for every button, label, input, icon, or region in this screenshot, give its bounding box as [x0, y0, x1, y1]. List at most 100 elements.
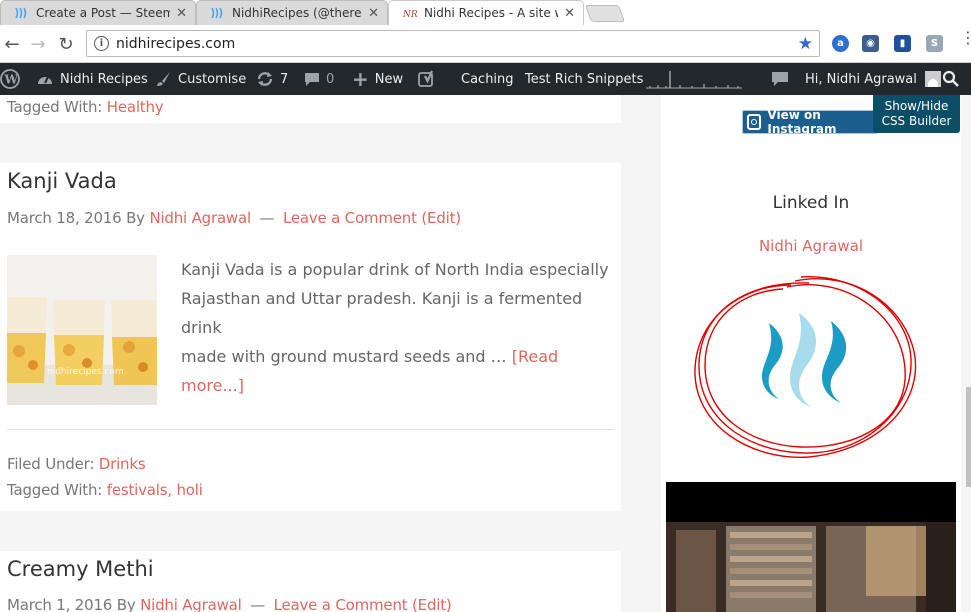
extension-bookmark-icon[interactable]: ▮	[894, 35, 911, 52]
excerpt-line: made with ground mustard seeds and …	[181, 347, 507, 366]
leave-comment-link[interactable]: Leave a Comment	[274, 596, 408, 612]
post-kanji-vada: Kanji Vada March 18, 2016 By Nidhi Agraw…	[0, 163, 621, 511]
post-divider	[7, 429, 615, 430]
address-bar[interactable]: i nidhirecipes.com ★	[86, 30, 820, 57]
comment-bubble-icon	[304, 71, 320, 87]
css-builder-toggle-button[interactable]: Show/Hide CSS Builder	[873, 95, 960, 133]
paintbrush-icon	[156, 71, 172, 87]
tagged-with-label: Tagged With:	[7, 481, 103, 499]
category-link[interactable]: Drinks	[99, 455, 146, 473]
post-by: By	[126, 209, 145, 227]
leave-comment-link[interactable]: Leave a Comment	[283, 209, 417, 227]
admin-new[interactable]: + New	[352, 63, 403, 95]
plus-icon: +	[352, 67, 369, 91]
excerpt-line: Kanji Vada is a popular drink of North I…	[181, 260, 609, 279]
caching-label: Caching	[461, 71, 514, 87]
linkedin-widget-title: Linked In	[772, 193, 850, 213]
scrollbar-thumb[interactable]	[966, 387, 971, 487]
css-builder-line-2: CSS Builder	[881, 114, 952, 128]
info-icon[interactable]: i	[94, 36, 109, 51]
svg-text:W: W	[4, 73, 19, 87]
extension-a-icon[interactable]: a	[832, 35, 849, 52]
wp-admin-bar: W Nidhi Recipes Customise 7 0 + New Cach…	[0, 63, 971, 95]
instagram-button-label: View on Instagram	[767, 108, 837, 136]
admin-caching[interactable]: Caching	[461, 63, 514, 95]
nidhi-recipes-favicon-icon: NR	[403, 6, 417, 20]
customise-label: Customise	[178, 71, 247, 87]
new-tab-button[interactable]	[584, 5, 626, 22]
greeting-label: Hi, Nidhi Agrawal	[805, 71, 917, 87]
steemit-favicon-icon	[211, 6, 225, 20]
tagged-with-line: Tagged With: festivals, holi	[7, 481, 203, 499]
back-arrow-icon[interactable]: ←	[2, 34, 22, 55]
wordpress-logo-icon[interactable]: W	[0, 63, 20, 95]
post-title[interactable]: Kanji Vada	[7, 169, 117, 193]
tab-nidhirecipes-steemit[interactable]: NidhiRecipes (@therebo ✕	[196, 0, 388, 25]
author-link[interactable]: Nidhi Agrawal	[149, 209, 251, 227]
admin-search-icon[interactable]	[942, 63, 960, 95]
css-builder-line-1: Show/Hide	[884, 99, 949, 113]
filed-under-line: Filed Under: Drinks	[7, 455, 146, 473]
excerpt-line: Rajasthan and Uttar pradesh. Kanji is a …	[181, 289, 583, 337]
notifications-icon[interactable]	[771, 63, 789, 95]
extension-circle-icon[interactable]: ◉	[862, 35, 879, 52]
tab-title: Nidhi Recipes - A site wit	[424, 6, 559, 20]
filed-under-label: Filed Under:	[7, 455, 95, 473]
tag-link-healthy[interactable]: Healthy	[107, 98, 164, 116]
browser-toolbar: ← → ↻ i nidhirecipes.com ★ a ◉ ▮ S ⋮	[0, 25, 971, 63]
close-icon[interactable]: ✕	[368, 6, 379, 21]
view-on-instagram-button[interactable]: View on Instagram	[742, 108, 878, 136]
avatar	[924, 71, 941, 87]
url-text: nidhirecipes.com	[116, 35, 236, 52]
instagram-icon	[747, 114, 762, 130]
post-thumbnail[interactable]: nidhirecipes.com	[7, 255, 157, 405]
video-embed[interactable]	[666, 482, 956, 612]
new-label: New	[374, 71, 404, 87]
close-icon[interactable]: ✕	[564, 6, 575, 21]
post-footer-previous: Tagged With: Healthy	[0, 95, 621, 123]
yoast-seo-icon[interactable]	[418, 63, 436, 95]
post-date: March 18, 2016	[7, 209, 122, 227]
tag-links[interactable]: festivals, holi	[107, 481, 203, 499]
author-link[interactable]: Nidhi Agrawal	[140, 596, 242, 612]
comments-count: 0	[326, 71, 335, 87]
admin-comments[interactable]: 0	[304, 63, 334, 95]
updates-icon	[256, 70, 274, 88]
post-meta: March 1, 2016 By Nidhi Agrawal — Leave a…	[7, 596, 452, 612]
admin-test-rich-snippets[interactable]: Test Rich Snippets	[525, 63, 643, 95]
updates-count: 7	[280, 71, 289, 87]
edit-link[interactable]: (Edit)	[412, 596, 452, 612]
reload-icon[interactable]: ↻	[56, 34, 76, 55]
bookmark-star-icon[interactable]: ★	[798, 34, 813, 54]
thumbnail-watermark: nidhirecipes.com	[47, 367, 124, 377]
meta-separator: —	[259, 209, 275, 227]
admin-site-name[interactable]: Nidhi Recipes	[36, 63, 148, 95]
steem-logo-image[interactable]	[691, 265, 921, 465]
post-by: By	[116, 596, 136, 612]
forward-arrow-icon[interactable]: →	[28, 34, 48, 55]
activity-sparkline	[646, 63, 742, 95]
rich-snippets-label: Test Rich Snippets	[525, 71, 644, 87]
steemit-favicon-icon	[15, 6, 29, 20]
dashboard-icon	[36, 71, 54, 87]
skype-icon[interactable]: S	[926, 35, 943, 52]
linkedin-profile-link[interactable]: Nidhi Agrawal	[661, 237, 961, 255]
tab-title: Create a Post — Steemit	[36, 6, 171, 20]
tab-strip: Create a Post — Steemit ✕ NidhiRecipes (…	[0, 0, 971, 25]
admin-customise[interactable]: Customise	[156, 63, 246, 95]
edit-link[interactable]: (Edit)	[421, 209, 461, 227]
post-creamy-methi: Creamy Methi March 1, 2016 By Nidhi Agra…	[0, 551, 621, 612]
admin-updates[interactable]: 7	[256, 63, 288, 95]
post-excerpt: Kanji Vada is a popular drink of North I…	[181, 255, 611, 400]
sidebar: View on Instagram Linked In Nidhi Agrawa…	[661, 95, 961, 612]
tab-nidhi-recipes[interactable]: NR Nidhi Recipes - A site wit ✕	[388, 0, 584, 25]
steem-logo-icon	[761, 313, 847, 407]
tab-create-post[interactable]: Create a Post — Steemit ✕	[0, 0, 196, 25]
tagged-with-line: Tagged With: Healthy	[7, 98, 164, 116]
post-meta: March 18, 2016 By Nidhi Agrawal — Leave …	[7, 209, 461, 227]
tagged-with-label: Tagged With:	[7, 98, 103, 116]
close-icon[interactable]: ✕	[176, 6, 187, 21]
post-title[interactable]: Creamy Methi	[7, 557, 154, 581]
menu-dots-icon[interactable]: ⋮	[960, 30, 971, 46]
admin-my-account[interactable]: Hi, Nidhi Agrawal	[805, 63, 941, 95]
